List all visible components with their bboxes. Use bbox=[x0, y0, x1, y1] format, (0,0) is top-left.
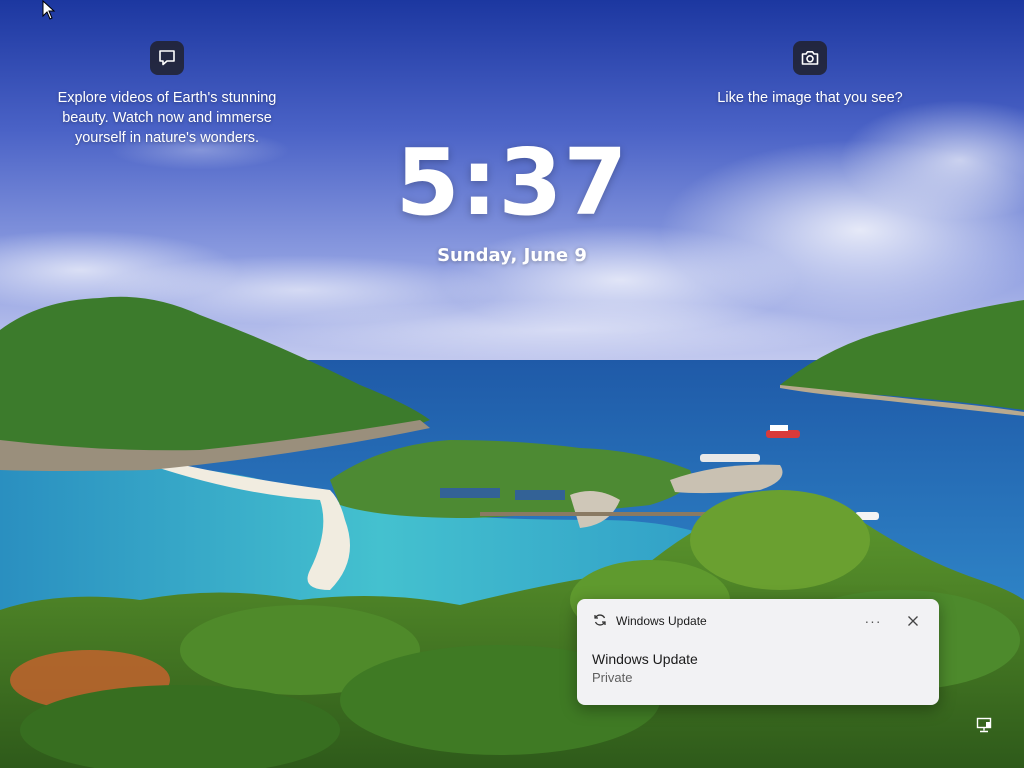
notification-title: Windows Update bbox=[592, 651, 698, 667]
spotlight-info-button[interactable] bbox=[150, 41, 184, 75]
spotlight-like-button[interactable] bbox=[793, 41, 827, 75]
spotlight-info-text[interactable]: Explore videos of Earth's stunning beaut… bbox=[36, 88, 298, 148]
spotlight-like-text[interactable]: Like the image that you see? bbox=[700, 88, 920, 108]
mouse-cursor-icon bbox=[42, 0, 56, 20]
sync-icon bbox=[594, 614, 606, 626]
notification-toast[interactable]: Windows Update ··· Windows Update Privat… bbox=[577, 599, 939, 705]
close-icon bbox=[908, 616, 918, 626]
lockscreen-clock: 5:37 bbox=[395, 129, 629, 236]
network-icon[interactable] bbox=[975, 716, 993, 734]
notification-app-name: Windows Update bbox=[616, 614, 707, 628]
notification-body: Private bbox=[592, 670, 633, 685]
lockscreen-date: Sunday, June 9 bbox=[437, 245, 587, 266]
notification-more-button[interactable]: ··· bbox=[861, 609, 885, 633]
message-bubble-icon bbox=[159, 50, 175, 66]
camera-icon bbox=[801, 51, 819, 65]
more-options-icon: ··· bbox=[864, 613, 882, 629]
notification-close-button[interactable] bbox=[901, 609, 925, 633]
